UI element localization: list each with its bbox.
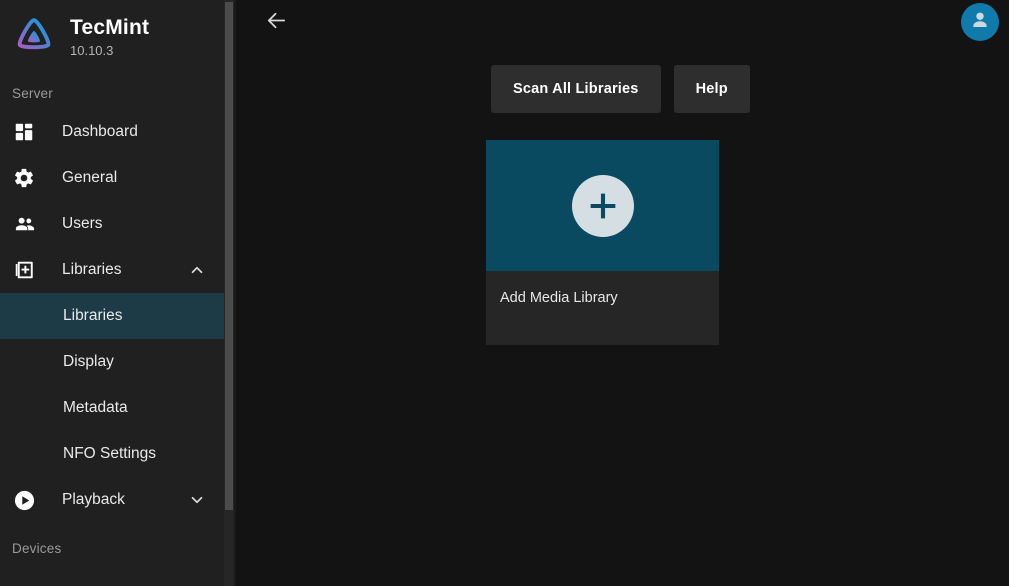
sidebar-subitem-label: NFO Settings (63, 445, 157, 462)
scan-all-libraries-button[interactable]: Scan All Libraries (491, 65, 661, 113)
library-add-icon (12, 258, 36, 282)
chevron-up-icon[interactable] (188, 261, 206, 279)
user-avatar-icon (968, 8, 992, 37)
sidebar-item-label: Playback (62, 491, 125, 508)
brand-header[interactable]: TecMint 10.10.3 (0, 0, 236, 62)
plus-icon (571, 174, 634, 237)
library-card-grid: Add Media Library (236, 113, 1009, 345)
sidebar-item-playback[interactable]: Playback (0, 477, 236, 523)
sidebar-item-label: General (62, 169, 118, 186)
jellyfin-logo-icon (12, 15, 56, 59)
sidebar-item-label: Users (62, 215, 103, 232)
back-button[interactable] (256, 3, 296, 43)
play-circle-icon (12, 488, 36, 512)
sidebar-item-libraries[interactable]: Libraries (0, 247, 236, 293)
card-label: Add Media Library (500, 290, 618, 306)
sidebar-section-devices: Devices (12, 541, 62, 556)
top-bar (236, 0, 1009, 46)
people-icon (12, 212, 36, 236)
sidebar-subitem-label: Display (63, 353, 114, 370)
app-title: TecMint (70, 16, 150, 39)
gear-icon (12, 166, 36, 190)
chevron-down-icon[interactable] (188, 491, 206, 509)
sidebar-item-dashboard[interactable]: Dashboard (0, 109, 236, 155)
add-media-library-card[interactable]: Add Media Library (486, 140, 719, 345)
dashboard-icon (12, 120, 36, 144)
sidebar-item-label: Dashboard (62, 123, 138, 140)
arrow-left-icon (265, 9, 288, 37)
app-root: TecMint 10.10.3 Server Dashboard General… (0, 0, 1009, 586)
app-version: 10.10.3 (70, 43, 114, 58)
main-content: Scan All Libraries Help Add Media Librar… (236, 0, 1009, 586)
sidebar: TecMint 10.10.3 Server Dashboard General… (0, 0, 236, 586)
sidebar-scrollbar-track[interactable] (224, 0, 234, 586)
toolbar: Scan All Libraries Help (236, 46, 1009, 113)
user-avatar[interactable] (961, 3, 999, 41)
sidebar-item-users[interactable]: Users (0, 201, 236, 247)
sidebar-item-general[interactable]: General (0, 155, 236, 201)
sidebar-section-server: Server (12, 86, 53, 101)
sidebar-subitem-libraries[interactable]: Libraries (0, 293, 236, 339)
sidebar-subitem-label: Metadata (63, 399, 128, 416)
sidebar-scrollbar-thumb[interactable] (225, 2, 233, 510)
sidebar-subitem-label: Libraries (63, 307, 123, 324)
card-artwork (486, 140, 719, 271)
sidebar-subitem-metadata[interactable]: Metadata (0, 385, 236, 431)
help-button[interactable]: Help (673, 65, 750, 113)
sidebar-subitem-nfo-settings[interactable]: NFO Settings (0, 431, 236, 477)
sidebar-subitem-display[interactable]: Display (0, 339, 236, 385)
sidebar-item-label: Libraries (62, 261, 122, 278)
